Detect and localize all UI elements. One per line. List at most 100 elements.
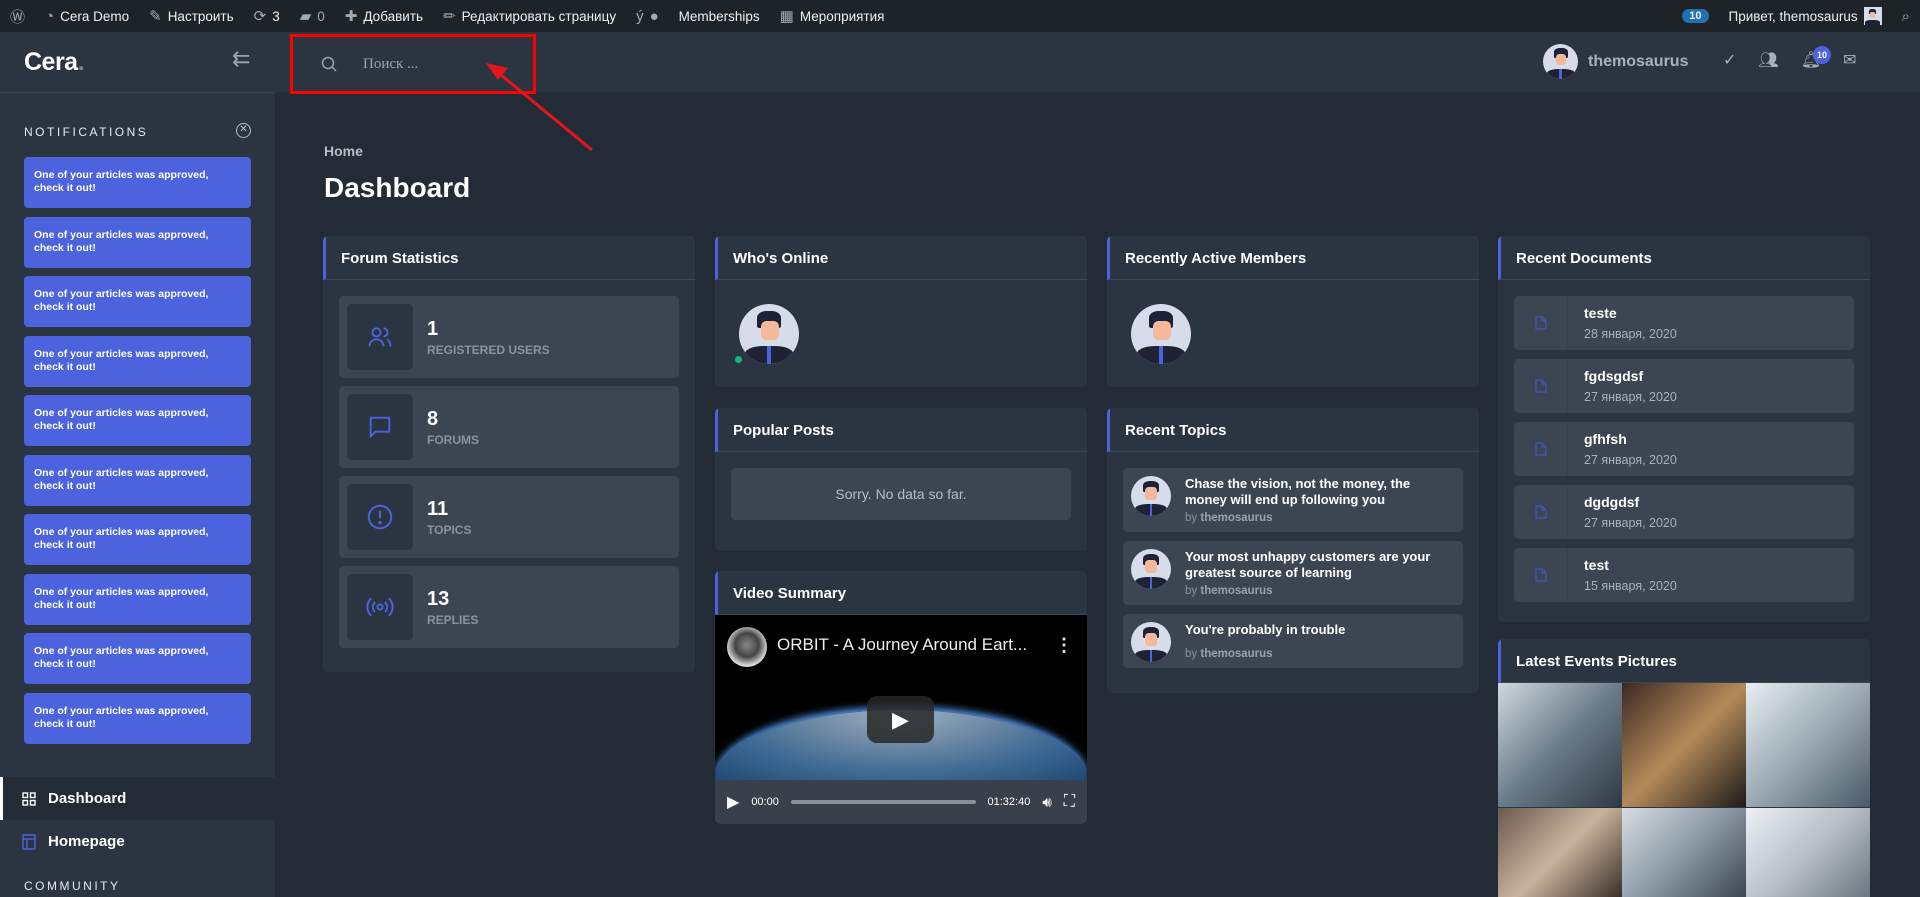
topic-title[interactable]: You're probably in trouble [1185,622,1455,638]
status-dot-icon: ● [649,7,659,25]
search-box[interactable]: Поиск ... [290,34,536,94]
event-picture[interactable] [1498,808,1622,897]
search-input[interactable]: Поиск ... [363,56,418,73]
user-menu[interactable]: themosaurus [1543,44,1688,79]
admin-notifications[interactable]: 10 [1672,0,1718,32]
close-notifications-icon[interactable]: ✕ [236,123,251,138]
document-icon [1514,359,1568,413]
volume-icon[interactable]: 🔊︎ [1042,794,1051,811]
document-name[interactable]: test [1584,557,1609,573]
notification-item[interactable]: One of your articles was approved, check… [24,633,251,684]
notification-item[interactable]: One of your articles was approved, check… [24,335,251,387]
topic-item[interactable]: Your most unhappy customers are your gre… [1123,541,1463,605]
online-member-avatar[interactable] [739,304,799,364]
comments-link[interactable]: ▰ 0 [290,0,335,32]
memberships-link[interactable]: Memberships [669,0,770,32]
check-icon[interactable]: ✓ [1723,50,1736,70]
author-name[interactable]: themosaurus [1200,585,1272,597]
notification-item[interactable]: One of your articles was approved, check… [24,276,251,327]
play-icon[interactable]: ▶ [727,792,739,812]
search-icon [321,56,337,72]
wordpress-logo[interactable]: Ⓦ [0,0,35,32]
popular-posts-card: Popular Posts Sorry. No data so far. [715,408,1087,551]
my-account-link[interactable]: Привет, themosaurus [1719,0,1892,32]
by-label: by [1185,512,1198,524]
by-label: by [1185,585,1198,597]
play-button[interactable]: ▶ [867,696,934,743]
author-name[interactable]: themosaurus [1200,512,1272,524]
nav-homepage[interactable]: Homepage [0,820,275,863]
fullscreen-icon[interactable]: ⛶ [1064,793,1075,811]
admin-search[interactable]: ⌕ [1892,0,1920,32]
video-title[interactable]: ORBIT - A Journey Around Eart... [777,635,1027,655]
notification-item[interactable]: One of your articles was approved, check… [24,514,251,565]
member-avatar[interactable] [1131,304,1191,364]
search-icon: ⌕ [1901,7,1910,25]
recent-topics-card: Recent Topics Chase the vision, not the … [1107,408,1479,693]
grid-icon [22,791,36,806]
document-item[interactable]: dgdgdsf 27 января, 2020 [1514,485,1854,539]
more-icon[interactable]: ⋮ [1055,635,1073,656]
notification-item[interactable]: One of your articles was approved, check… [24,573,251,625]
event-picture[interactable] [1746,683,1870,807]
card-title: Latest Events Pictures [1498,639,1870,683]
event-picture[interactable] [1746,808,1870,897]
topic-item[interactable]: You're probably in trouble by themosaurus [1123,614,1463,668]
event-picture[interactable] [1622,808,1746,897]
author-name[interactable]: themosaurus [1200,648,1272,660]
document-name[interactable]: gfhfsh [1584,431,1627,447]
stat-item[interactable]: 1 REGISTERED USERS [339,296,679,378]
document-item[interactable]: teste 28 января, 2020 [1514,296,1854,350]
document-date: 27 января, 2020 [1584,516,1677,530]
notification-item[interactable]: One of your articles was approved, check… [24,454,251,506]
document-name[interactable]: dgdgdsf [1584,494,1639,510]
yoast-link[interactable]: ý ● [626,0,669,32]
document-item[interactable]: test 15 января, 2020 [1514,548,1854,602]
add-new-link[interactable]: ✚ Добавить [335,0,433,32]
notification-count-badge: 10 [1682,9,1709,23]
topic-author: by themosaurus [1185,585,1273,597]
page-title: Dashboard [324,172,471,203]
stat-label: TOPICS [427,523,472,537]
stat-value: 13 [427,588,450,610]
video-player[interactable]: ORBIT - A Journey Around Eart... ⋮ ▶ ▶ 0… [715,615,1087,824]
document-name[interactable]: fgdsgdsf [1584,368,1643,384]
document-icon [1514,422,1568,476]
channel-avatar[interactable] [727,627,767,667]
plus-icon: ✚ [344,8,358,25]
event-picture[interactable] [1498,683,1622,807]
stat-item[interactable]: 11 TOPICS [339,476,679,558]
topic-item[interactable]: Chase the vision, not the money, the mon… [1123,468,1463,532]
friends-icon[interactable]: 👥︎ [1758,50,1778,70]
event-picture[interactable] [1622,683,1746,807]
notification-item[interactable]: One of your articles was approved, check… [24,216,251,268]
notification-item[interactable]: One of your articles was approved, check… [24,157,251,208]
notification-item[interactable]: One of your articles was approved, check… [24,395,251,446]
stat-item[interactable]: 13 REPLIES [339,566,679,648]
events-link[interactable]: ▦ Мероприятия [770,0,895,32]
collapse-sidebar-icon[interactable]: ⇇ [232,46,250,72]
nav-dashboard[interactable]: Dashboard [0,777,275,820]
mail-icon[interactable]: ✉ [1843,50,1856,70]
topic-title[interactable]: Your most unhappy customers are your gre… [1185,549,1455,581]
document-item[interactable]: gfhfsh 27 января, 2020 [1514,422,1854,476]
document-item[interactable]: fgdsgdsf 27 января, 2020 [1514,359,1854,413]
refresh-icon: ⟳ [253,8,267,25]
edit-page-link[interactable]: ✏ Редактировать страницу [433,0,626,32]
stat-label: REGISTERED USERS [427,343,550,357]
breadcrumb[interactable]: Home [324,143,363,159]
stat-item[interactable]: 8 FORUMS [339,386,679,468]
document-name[interactable]: teste [1584,305,1617,321]
users-icon [347,304,413,370]
site-link[interactable]: ◔ Cera Demo [35,0,139,32]
site-name: Cera Demo [60,8,130,24]
topic-title[interactable]: Chase the vision, not the money, the mon… [1185,476,1455,508]
avatar [1543,44,1578,79]
seek-bar[interactable] [790,800,976,804]
notification-item[interactable]: One of your articles was approved, check… [24,692,251,744]
updates-link[interactable]: ⟳ 3 [244,0,290,32]
layout-icon [22,833,36,850]
customize-link[interactable]: ✎ Настроить [139,0,244,32]
logo[interactable]: Cera. [24,48,85,77]
topic-author: by themosaurus [1185,648,1273,660]
